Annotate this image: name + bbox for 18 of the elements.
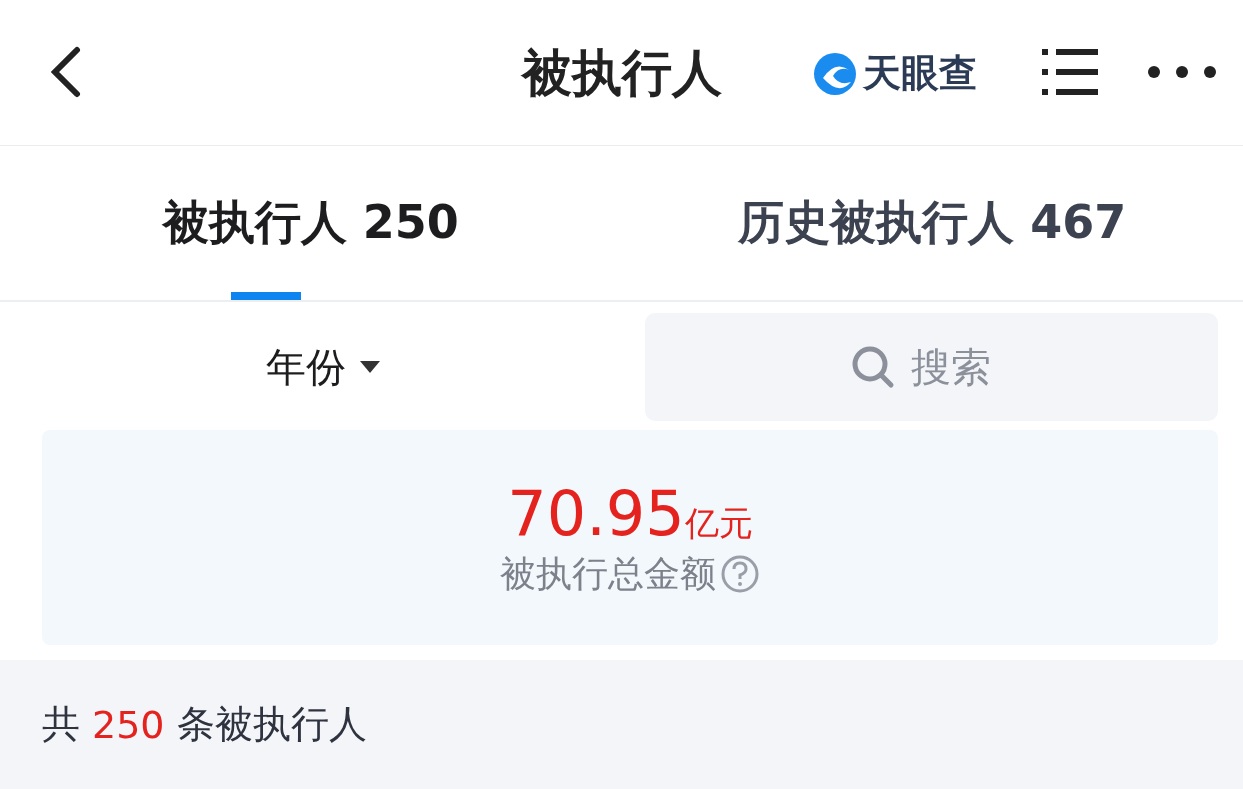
total-amount: 70.95 [507,476,685,550]
year-dropdown[interactable]: 年份 [259,338,386,396]
amount-unit: 亿元 [684,501,753,545]
total-count: 250 [92,702,165,747]
total-suffix: 条被执行人 [176,701,367,748]
caret-icon [359,361,380,373]
more-icon [1146,64,1218,80]
total-prefix: 共 [42,701,80,748]
logo-text: 天眼查 [863,50,977,97]
search-field[interactable]: 搜索 [908,343,1013,391]
search-icon [850,345,895,389]
page-title: 被执行人 [521,44,722,102]
amount-caption: 被执行总金额 [500,551,716,596]
eye-logo-icon [813,51,857,96]
tab[interactable]: 被执行人 250 [0,146,622,300]
list-icon [1040,47,1100,97]
search-bar[interactable]: 搜索 [645,313,1218,421]
tab[interactable]: 历史被执行人 467 [621,146,1243,300]
